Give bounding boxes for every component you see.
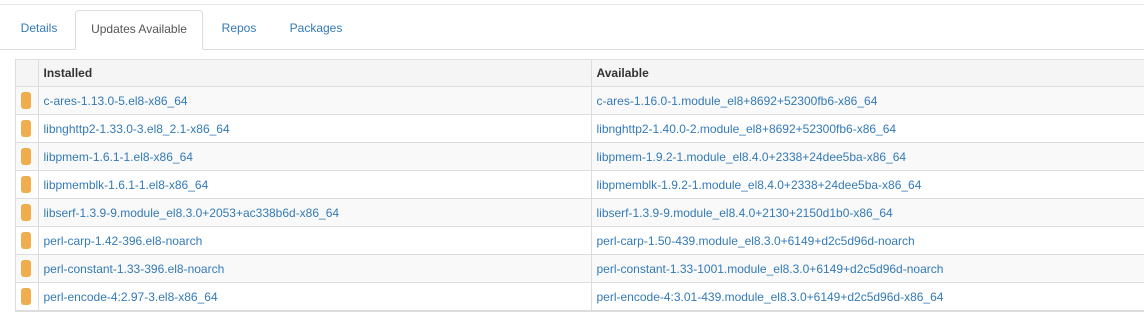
status-cell <box>16 86 39 115</box>
installed-package-link[interactable]: perl-constant-1.33-396.el8-noarch <box>44 262 225 276</box>
status-cell <box>16 226 39 255</box>
installed-cell: perl-carp-1.42-396.el8-noarch <box>37 226 592 255</box>
update-available-indicator-icon <box>21 176 31 193</box>
installed-package-link[interactable]: libpmem-1.6.1-1.el8-x86_64 <box>44 150 193 164</box>
installed-column-header: Installed <box>37 60 592 87</box>
available-cell: perl-encode-4:3.01-439.module_el8.3.0+61… <box>590 282 1144 311</box>
tab-repos[interactable]: Repos <box>210 10 268 48</box>
installed-package-link[interactable]: libserf-1.3.9-9.module_el8.3.0+2053+ac33… <box>44 206 340 220</box>
tab-details[interactable]: Details <box>10 10 68 48</box>
available-cell: c-ares-1.16.0-1.module_el8+8692+52300fb6… <box>590 86 1144 115</box>
available-cell: libnghttp2-1.40.0-2.module_el8+8692+5230… <box>590 114 1144 143</box>
table-row: c-ares-1.13.0-5.el8-x86_64 c-ares-1.16.0-… <box>16 86 1144 115</box>
update-available-indicator-icon <box>21 120 31 137</box>
tab-packages[interactable]: Packages <box>278 10 354 48</box>
available-cell: libserf-1.3.9-9.module_el8.4.0+2130+2150… <box>590 198 1144 227</box>
installed-cell: c-ares-1.13.0-5.el8-x86_64 <box>37 86 592 115</box>
update-available-indicator-icon <box>21 148 31 165</box>
table-row: libpmem-1.6.1-1.el8-x86_64 libpmem-1.9.2-… <box>16 142 1144 171</box>
installed-cell: libpmemblk-1.6.1-1.el8-x86_64 <box>37 170 592 199</box>
installed-package-link[interactable]: libnghttp2-1.33.0-3.el8_2.1-x86_64 <box>44 122 230 136</box>
indicator-column-header <box>16 60 39 87</box>
available-package-link[interactable]: libpmem-1.9.2-1.module_el8.4.0+2338+24de… <box>597 150 907 164</box>
table-row: libnghttp2-1.33.0-3.el8_2.1-x86_64 libngh… <box>16 114 1144 143</box>
installed-package-link[interactable]: libpmemblk-1.6.1-1.el8-x86_64 <box>44 178 209 192</box>
update-available-indicator-icon <box>21 232 31 249</box>
table-row: perl-constant-1.33-396.el8-noarch perl-co… <box>16 254 1144 283</box>
table-row: perl-encode-4:2.97-3.el8-x86_64 perl-enco… <box>16 282 1144 311</box>
available-package-link[interactable]: perl-carp-1.50-439.module_el8.3.0+6149+d… <box>597 234 915 248</box>
update-available-indicator-icon <box>21 288 31 305</box>
table-row: libserf-1.3.9-9.module_el8.3.0+2053+ac33… <box>16 198 1144 227</box>
update-available-indicator-icon <box>21 92 31 109</box>
status-cell <box>16 170 39 199</box>
status-cell <box>16 114 39 143</box>
available-cell: perl-constant-1.33-1001.module_el8.3.0+6… <box>590 254 1144 283</box>
installed-package-link[interactable]: perl-carp-1.42-396.el8-noarch <box>44 234 203 248</box>
installed-cell: perl-constant-1.33-396.el8-noarch <box>37 254 592 283</box>
updates-table: Installed Available c-ares-1.13.0-5.el8-… <box>16 60 1144 311</box>
table-row: perl-carp-1.42-396.el8-noarch perl-carp-1… <box>16 226 1144 255</box>
top-divider <box>0 4 1144 5</box>
tab-updates-available[interactable]: Updates Available <box>75 10 203 50</box>
installed-package-link[interactable]: c-ares-1.13.0-5.el8-x86_64 <box>44 94 188 108</box>
status-cell <box>16 254 39 283</box>
installed-cell: perl-encode-4:2.97-3.el8-x86_64 <box>37 282 592 311</box>
available-package-link[interactable]: libnghttp2-1.40.0-2.module_el8+8692+5230… <box>597 122 897 136</box>
available-cell: libpmemblk-1.9.2-1.module_el8.4.0+2338+2… <box>590 170 1144 199</box>
installed-cell: libpmem-1.6.1-1.el8-x86_64 <box>37 142 592 171</box>
available-column-header: Available <box>590 60 1144 87</box>
table-row: libpmemblk-1.6.1-1.el8-x86_64 libpmemblk-… <box>16 170 1144 199</box>
available-package-link[interactable]: c-ares-1.16.0-1.module_el8+8692+52300fb6… <box>597 94 878 108</box>
table-header-row: Installed Available <box>16 60 1144 87</box>
updates-table-container: Installed Available c-ares-1.13.0-5.el8-… <box>15 59 1144 312</box>
available-package-link[interactable]: libserf-1.3.9-9.module_el8.4.0+2130+2150… <box>597 206 893 220</box>
status-cell <box>16 142 39 171</box>
available-package-link[interactable]: libpmemblk-1.9.2-1.module_el8.4.0+2338+2… <box>597 178 922 192</box>
status-cell <box>16 282 39 311</box>
installed-cell: libserf-1.3.9-9.module_el8.3.0+2053+ac33… <box>37 198 592 227</box>
update-available-indicator-icon <box>21 260 31 277</box>
status-cell <box>16 198 39 227</box>
tab-bar: Details Updates Available Repos Packages <box>0 10 1144 50</box>
update-available-indicator-icon <box>21 204 31 221</box>
installed-cell: libnghttp2-1.33.0-3.el8_2.1-x86_64 <box>37 114 592 143</box>
available-package-link[interactable]: perl-constant-1.33-1001.module_el8.3.0+6… <box>597 262 944 276</box>
installed-package-link[interactable]: perl-encode-4:2.97-3.el8-x86_64 <box>44 290 218 304</box>
available-cell: libpmem-1.9.2-1.module_el8.4.0+2338+24de… <box>590 142 1144 171</box>
available-cell: perl-carp-1.50-439.module_el8.3.0+6149+d… <box>590 226 1144 255</box>
available-package-link[interactable]: perl-encode-4:3.01-439.module_el8.3.0+61… <box>597 290 944 304</box>
